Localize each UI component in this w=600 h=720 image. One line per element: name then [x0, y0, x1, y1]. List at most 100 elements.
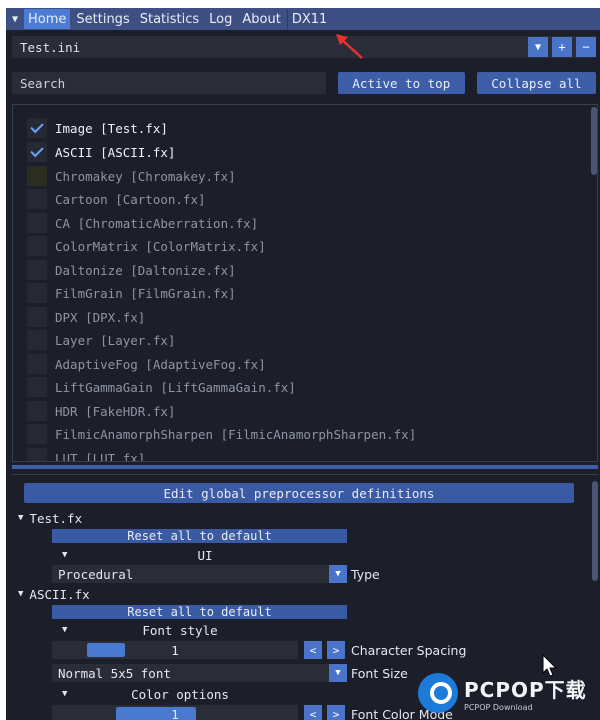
pcpop-logo-icon — [418, 673, 458, 713]
list-item[interactable]: Daltonize [Daltonize.fx] — [27, 259, 236, 281]
window-menu-icon[interactable]: ▼ — [6, 8, 24, 30]
font-size-combo[interactable]: Normal 5x5 font ▼ — [52, 664, 347, 682]
list-item[interactable]: LiftGammaGain [LiftGammaGain.fx] — [27, 376, 296, 398]
list-item[interactable]: Chromakey [Chromakey.fx] — [27, 165, 236, 187]
tab-dx11[interactable]: DX11 — [286, 9, 331, 29]
checkmark-icon — [30, 119, 44, 134]
reshade-overlay-window: ▼ Home Settings Statistics Log About DX1… — [6, 8, 600, 720]
type-combo[interactable]: Procedural ▼ — [52, 565, 347, 583]
combo-value: Normal 5x5 font — [58, 665, 171, 681]
parameters-scrollbar[interactable] — [592, 481, 598, 581]
effect-label: Daltonize [Daltonize.fx] — [55, 262, 236, 278]
watermark-brand: PCPOP下载 — [464, 678, 587, 702]
tab-log[interactable]: Log — [205, 9, 236, 29]
tab-home[interactable]: Home — [24, 9, 71, 29]
slider-value: 1 — [171, 642, 179, 658]
ui-group-header[interactable]: ▼ UI — [62, 546, 348, 564]
effect-checkbox[interactable] — [27, 377, 47, 397]
effect-label: FilmicAnamorphSharpen [FilmicAnamorphSha… — [55, 426, 417, 442]
effect-checkbox[interactable] — [27, 166, 47, 186]
font-style-group-header[interactable]: ▼ Font style — [62, 621, 298, 639]
effect-checkbox[interactable] — [27, 118, 47, 138]
preset-file-name: Test.ini — [20, 39, 81, 55]
effect-label: Chromakey [Chromakey.fx] — [55, 168, 236, 184]
effect-label: Layer [Layer.fx] — [55, 332, 176, 348]
list-item[interactable]: FilmGrain [FilmGrain.fx] — [27, 282, 236, 304]
chevron-down-icon[interactable]: ▼ — [329, 664, 347, 682]
caret-down-icon: ▼ — [18, 589, 24, 599]
effect-label: ColorMatrix [ColorMatrix.fx] — [55, 238, 266, 254]
section-title: Test.fx — [29, 510, 83, 526]
watermark-subtitle: PCPOP Download — [464, 703, 533, 712]
checkmark-icon — [30, 143, 44, 158]
effect-checkbox[interactable] — [27, 354, 47, 374]
decrement-button[interactable]: < — [304, 705, 322, 720]
caret-down-icon: ▼ — [18, 513, 24, 523]
chevron-down-icon[interactable]: ▼ — [329, 565, 347, 583]
active-to-top-button[interactable]: Active to top — [337, 72, 465, 94]
param-label: Type — [351, 566, 380, 582]
list-item[interactable]: ASCII [ASCII.fx] — [27, 141, 175, 163]
list-item[interactable]: Image [Test.fx] — [27, 117, 168, 139]
effect-list-scrollbar[interactable] — [591, 107, 597, 175]
tab-settings[interactable]: Settings — [72, 9, 133, 29]
font-color-mode-slider[interactable]: 1 — [52, 705, 298, 720]
tab-bar: ▼ Home Settings Statistics Log About DX1… — [6, 8, 600, 30]
list-item[interactable]: Cartoon [Cartoon.fx] — [27, 188, 206, 210]
tab-about[interactable]: About — [238, 9, 284, 29]
decrement-button[interactable]: < — [304, 641, 322, 659]
effect-list: Image [Test.fx] ASCII [ASCII.fx] Chromak… — [12, 104, 598, 462]
remove-preset-button[interactable]: − — [576, 37, 596, 57]
annotation-arrow-icon — [336, 34, 363, 59]
ascii-fx-header[interactable]: ▼ ASCII.fx — [18, 585, 90, 603]
effect-label: LiftGammaGain [LiftGammaGain.fx] — [55, 379, 296, 395]
add-preset-button[interactable]: + — [552, 37, 572, 57]
param-label: Font Size — [351, 665, 408, 681]
list-item[interactable]: CA [ChromaticAberration.fx] — [27, 212, 258, 234]
effect-label: ASCII [ASCII.fx] — [55, 144, 176, 160]
char-spacing-slider[interactable]: 1 — [52, 641, 298, 659]
effect-checkbox[interactable] — [27, 424, 47, 444]
effect-checkbox[interactable] — [27, 401, 47, 421]
tab-statistics[interactable]: Statistics — [136, 9, 203, 29]
effect-label: DPX [DPX.fx] — [55, 309, 146, 325]
effect-label: AdaptiveFog [AdaptiveFog.fx] — [55, 356, 266, 372]
effect-label: CA [ChromaticAberration.fx] — [55, 215, 259, 231]
preset-dropdown-chevron-down-icon[interactable]: ▼ — [528, 37, 548, 57]
effect-checkbox[interactable] — [27, 213, 47, 233]
effect-label: Image [Test.fx] — [55, 120, 168, 136]
effect-checkbox[interactable] — [27, 307, 47, 327]
edit-preprocessor-button[interactable]: Edit global preprocessor definitions — [24, 483, 574, 503]
effect-checkbox[interactable] — [27, 260, 47, 280]
increment-button[interactable]: > — [327, 705, 345, 720]
collapse-all-button[interactable]: Collapse all — [476, 72, 596, 94]
list-item[interactable]: AdaptiveFog [AdaptiveFog.fx] — [27, 353, 266, 375]
list-item[interactable]: DPX [DPX.fx] — [27, 306, 145, 328]
increment-button[interactable]: > — [327, 641, 345, 659]
effect-checkbox[interactable] — [27, 142, 47, 162]
list-item[interactable]: HDR [FakeHDR.fx] — [27, 400, 175, 422]
slider-value: 1 — [171, 706, 179, 720]
search-row: Search Active to top Collapse all — [12, 72, 596, 94]
effect-checkbox[interactable] — [27, 236, 47, 256]
effect-label: LUT [LUT.fx] — [55, 450, 146, 462]
color-options-group-header[interactable]: ▼ Color options — [62, 685, 298, 703]
effect-checkbox[interactable] — [27, 189, 47, 209]
list-item[interactable]: Layer [Layer.fx] — [27, 329, 175, 351]
panel-splitter[interactable] — [12, 465, 598, 469]
effect-checkbox[interactable] — [27, 330, 47, 350]
list-item[interactable]: ColorMatrix [ColorMatrix.fx] — [27, 235, 266, 257]
combo-value: Procedural — [58, 566, 134, 582]
group-title: UI — [197, 547, 213, 563]
group-title: Font style — [142, 622, 218, 638]
test-fx-header[interactable]: ▼ Test.fx — [18, 509, 82, 527]
search-input[interactable]: Search — [12, 72, 326, 94]
reset-all-button[interactable]: Reset all to default — [52, 529, 347, 543]
preset-selector[interactable]: Test.ini ▼ + − — [12, 36, 596, 58]
list-item[interactable]: LUT [LUT.fx] — [27, 447, 146, 462]
reset-all-button[interactable]: Reset all to default — [52, 605, 347, 619]
effect-checkbox[interactable] — [27, 448, 47, 461]
list-item[interactable]: FilmicAnamorphSharpen [FilmicAnamorphSha… — [27, 423, 416, 445]
watermark-logo: PCPOP下载 PCPOP Download — [418, 670, 598, 716]
effect-checkbox[interactable] — [27, 283, 47, 303]
